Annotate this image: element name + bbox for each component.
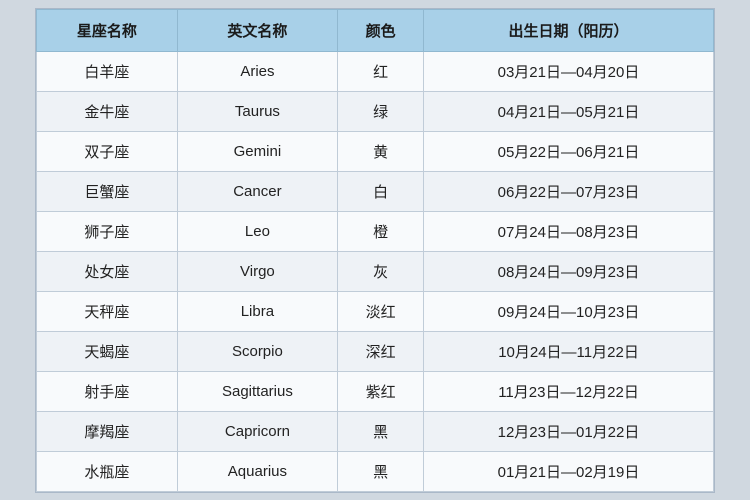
table-cell-3-1: Cancer bbox=[177, 171, 338, 211]
table-cell-5-3: 08月24日—09月23日 bbox=[424, 251, 714, 291]
table-cell-4-0: 狮子座 bbox=[37, 211, 178, 251]
table-cell-8-2: 紫红 bbox=[338, 371, 424, 411]
table-row: 处女座Virgo灰08月24日—09月23日 bbox=[37, 251, 714, 291]
table-cell-0-2: 红 bbox=[338, 51, 424, 91]
table-cell-10-2: 黑 bbox=[338, 451, 424, 491]
table-cell-1-2: 绿 bbox=[338, 91, 424, 131]
table-row: 水瓶座Aquarius黑01月21日—02月19日 bbox=[37, 451, 714, 491]
table-row: 射手座Sagittarius紫红11月23日—12月22日 bbox=[37, 371, 714, 411]
table-row: 摩羯座Capricorn黑12月23日—01月22日 bbox=[37, 411, 714, 451]
table-cell-9-1: Capricorn bbox=[177, 411, 338, 451]
table-header-col-2: 颜色 bbox=[338, 9, 424, 51]
table-cell-1-1: Taurus bbox=[177, 91, 338, 131]
table-row: 双子座Gemini黄05月22日—06月21日 bbox=[37, 131, 714, 171]
zodiac-table-wrapper: 星座名称英文名称颜色出生日期（阳历） 白羊座Aries红03月21日—04月20… bbox=[35, 8, 715, 493]
table-cell-7-0: 天蝎座 bbox=[37, 331, 178, 371]
table-header-col-1: 英文名称 bbox=[177, 9, 338, 51]
table-row: 天蝎座Scorpio深红10月24日—11月22日 bbox=[37, 331, 714, 371]
table-cell-6-3: 09月24日—10月23日 bbox=[424, 291, 714, 331]
table-cell-9-2: 黑 bbox=[338, 411, 424, 451]
table-header-col-0: 星座名称 bbox=[37, 9, 178, 51]
table-cell-0-0: 白羊座 bbox=[37, 51, 178, 91]
table-cell-6-1: Libra bbox=[177, 291, 338, 331]
table-cell-3-0: 巨蟹座 bbox=[37, 171, 178, 211]
zodiac-table: 星座名称英文名称颜色出生日期（阳历） 白羊座Aries红03月21日—04月20… bbox=[36, 9, 714, 492]
table-cell-4-3: 07月24日—08月23日 bbox=[424, 211, 714, 251]
table-cell-7-3: 10月24日—11月22日 bbox=[424, 331, 714, 371]
table-row: 巨蟹座Cancer白06月22日—07月23日 bbox=[37, 171, 714, 211]
table-cell-10-0: 水瓶座 bbox=[37, 451, 178, 491]
table-cell-5-0: 处女座 bbox=[37, 251, 178, 291]
table-cell-10-3: 01月21日—02月19日 bbox=[424, 451, 714, 491]
table-cell-1-0: 金牛座 bbox=[37, 91, 178, 131]
table-cell-2-2: 黄 bbox=[338, 131, 424, 171]
table-cell-8-0: 射手座 bbox=[37, 371, 178, 411]
table-row: 天秤座Libra淡红09月24日—10月23日 bbox=[37, 291, 714, 331]
table-cell-1-3: 04月21日—05月21日 bbox=[424, 91, 714, 131]
table-row: 白羊座Aries红03月21日—04月20日 bbox=[37, 51, 714, 91]
table-cell-3-2: 白 bbox=[338, 171, 424, 211]
table-cell-5-1: Virgo bbox=[177, 251, 338, 291]
table-cell-10-1: Aquarius bbox=[177, 451, 338, 491]
table-cell-2-3: 05月22日—06月21日 bbox=[424, 131, 714, 171]
table-cell-2-0: 双子座 bbox=[37, 131, 178, 171]
table-row: 金牛座Taurus绿04月21日—05月21日 bbox=[37, 91, 714, 131]
table-cell-4-1: Leo bbox=[177, 211, 338, 251]
table-cell-2-1: Gemini bbox=[177, 131, 338, 171]
table-cell-9-3: 12月23日—01月22日 bbox=[424, 411, 714, 451]
table-cell-7-2: 深红 bbox=[338, 331, 424, 371]
table-cell-0-1: Aries bbox=[177, 51, 338, 91]
table-row: 狮子座Leo橙07月24日—08月23日 bbox=[37, 211, 714, 251]
table-cell-0-3: 03月21日—04月20日 bbox=[424, 51, 714, 91]
table-cell-6-2: 淡红 bbox=[338, 291, 424, 331]
table-cell-7-1: Scorpio bbox=[177, 331, 338, 371]
table-body: 白羊座Aries红03月21日—04月20日金牛座Taurus绿04月21日—0… bbox=[37, 51, 714, 491]
table-cell-4-2: 橙 bbox=[338, 211, 424, 251]
table-cell-6-0: 天秤座 bbox=[37, 291, 178, 331]
table-cell-5-2: 灰 bbox=[338, 251, 424, 291]
table-cell-8-3: 11月23日—12月22日 bbox=[424, 371, 714, 411]
table-cell-9-0: 摩羯座 bbox=[37, 411, 178, 451]
table-header-row: 星座名称英文名称颜色出生日期（阳历） bbox=[37, 9, 714, 51]
table-header-col-3: 出生日期（阳历） bbox=[424, 9, 714, 51]
table-cell-3-3: 06月22日—07月23日 bbox=[424, 171, 714, 211]
table-cell-8-1: Sagittarius bbox=[177, 371, 338, 411]
